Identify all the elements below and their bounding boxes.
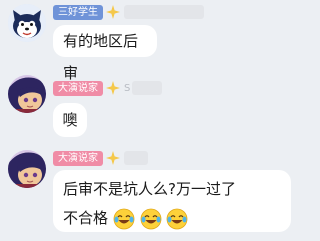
avatar-blue-cat[interactable] xyxy=(8,4,46,42)
message-text: 不合格 xyxy=(63,209,109,227)
blurred-username xyxy=(132,81,163,95)
message-text: 噢 xyxy=(62,111,78,129)
blurred-username xyxy=(124,5,204,19)
laughing-crying-emoji-icon xyxy=(140,208,162,230)
chat-message-1: 三好学生 有的地区后审 xyxy=(0,0,300,82)
blurred-username xyxy=(124,151,148,165)
message-bubble: 后审不是坑人么?万一过了 不合格 xyxy=(53,170,291,232)
laughing-crying-emoji-icon xyxy=(113,208,135,230)
member-title-badge: 大演说家 xyxy=(53,80,103,96)
blue-cat-avatar-icon xyxy=(8,4,46,42)
chat-message-3: 大演说家 后审不是坑人么?万一过了 不合格 xyxy=(0,145,300,241)
sparkle-icon xyxy=(106,5,120,19)
member-title-badge: 大演说家 xyxy=(53,150,103,166)
username-fragment: S xyxy=(124,82,131,94)
sparkle-icon xyxy=(106,81,120,95)
laughing-crying-emoji-icon xyxy=(166,208,188,230)
member-title-badge: 三好学生 xyxy=(53,4,103,20)
sparkle-icon xyxy=(106,151,120,165)
message-text-line-2: 不合格 xyxy=(63,207,281,230)
message-bubble: 噢 xyxy=(53,103,87,137)
message-text-line-1: 后审不是坑人么?万一过了 xyxy=(63,180,236,198)
anime-avatar-icon xyxy=(8,75,46,113)
chat-message-2: 大演说家 S 噢 xyxy=(0,70,300,140)
anime-avatar-icon xyxy=(8,150,46,188)
avatar-anime-character[interactable] xyxy=(8,150,46,188)
message-bubble: 有的地区后审 xyxy=(53,25,157,82)
avatar-anime-character[interactable] xyxy=(8,75,46,113)
